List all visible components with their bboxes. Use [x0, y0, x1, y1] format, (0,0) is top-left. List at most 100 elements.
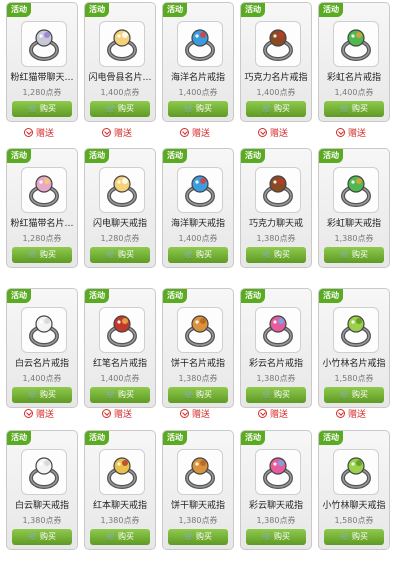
product-card[interactable]: 活动 粉红猫带聊天… 1,280点券 🛒 购买 [6, 2, 78, 122]
buy-button[interactable]: 🛒 购买 [324, 529, 384, 545]
gift-link[interactable]: 赠送 [336, 408, 366, 422]
buy-button[interactable]: 🛒 购买 [90, 101, 150, 117]
ring-icon [29, 175, 59, 207]
product-row: 活动 粉红猫带名片… 1,280点券 🛒 购买 活动 闪电聊天戒指 1,280点券… [0, 148, 400, 270]
item-image[interactable] [177, 167, 223, 213]
item-name: 彩云名片戒指 [248, 359, 303, 369]
item-image[interactable] [99, 449, 145, 495]
product-card[interactable]: 活动 小竹林名片戒指 1,580点券 🛒 购买 [318, 288, 390, 408]
buy-button[interactable]: 🛒 购买 [324, 247, 384, 263]
product-card[interactable]: 活动 巧克力聊天戒 1,380点券 🛒 购买 [240, 148, 312, 268]
buy-button[interactable]: 🛒 购买 [168, 101, 228, 117]
buy-button[interactable]: 🛒 购买 [12, 101, 72, 117]
item-image[interactable] [255, 449, 301, 495]
product-card[interactable]: 活动 海洋聊天戒指 1,400点券 🛒 购买 [162, 148, 234, 268]
ring-icon [107, 457, 137, 489]
gift-link[interactable]: 赠送 [102, 408, 132, 422]
buy-button[interactable]: 🛒 购买 [12, 529, 72, 545]
event-badge: 活动 [163, 149, 187, 163]
buy-button[interactable]: 🛒 购买 [168, 529, 228, 545]
product-card[interactable]: 活动 粉红猫带名片… 1,280点券 🛒 购买 [6, 148, 78, 268]
product-card[interactable]: 活动 彩云名片戒指 1,380点券 🛒 购买 [240, 288, 312, 408]
ring-icon [263, 457, 293, 489]
ring-icon [29, 315, 59, 347]
ring-icon [107, 315, 137, 347]
item-image[interactable] [21, 307, 67, 353]
item-image[interactable] [99, 307, 145, 353]
product-card[interactable]: 活动 小竹林聊天戒指 1,580点券 🛒 购买 [318, 430, 390, 550]
item-name: 粉红猫带名片… [10, 219, 74, 229]
buy-label: 购买 [273, 250, 290, 259]
item-price: 1,380点券 [256, 234, 296, 243]
product-card[interactable]: 活动 彩云聊天戒指 1,380点券 🛒 购买 [240, 430, 312, 550]
buy-button[interactable]: 🛒 购买 [90, 529, 150, 545]
product-card[interactable]: 活动 闪电骨县名片… 1,400点券 🛒 购买 [84, 2, 156, 122]
product-card[interactable]: 活动 彩虹名片戒指 1,400点券 🛒 购买 [318, 2, 390, 122]
item-price: 1,400点券 [178, 88, 218, 97]
item-name: 闪电骨县名片… [88, 73, 152, 83]
item-image[interactable] [177, 449, 223, 495]
product-card[interactable]: 活动 饼干聊天戒指 1,380点券 🛒 购买 [162, 430, 234, 550]
item-image[interactable] [99, 21, 145, 67]
gift-link[interactable]: 赠送 [102, 127, 132, 141]
item-image[interactable] [333, 167, 379, 213]
gift-link[interactable]: 赠送 [24, 408, 54, 422]
buy-button[interactable]: 🛒 购买 [246, 247, 306, 263]
buy-button[interactable]: 🛒 购买 [246, 529, 306, 545]
item-price: 1,280点券 [100, 234, 140, 243]
buy-label: 购买 [273, 532, 290, 541]
item-name: 白云名片戒指 [14, 359, 69, 369]
item-image[interactable] [255, 21, 301, 67]
item-price: 1,400点券 [22, 374, 62, 383]
cart-icon: 🛒 [184, 250, 194, 259]
item-name: 闪电聊天戒指 [92, 219, 147, 229]
product-card[interactable]: 活动 红本聊天戒指 1,380点券 🛒 购买 [84, 430, 156, 550]
item-image[interactable] [255, 307, 301, 353]
buy-button[interactable]: 🛒 购买 [168, 247, 228, 263]
item-image[interactable] [333, 21, 379, 67]
item-image[interactable] [21, 167, 67, 213]
product-card[interactable]: 活动 红笔名片戒指 1,400点券 🛒 购买 [84, 288, 156, 408]
product-card[interactable]: 活动 彩虹聊天戒指 1,380点券 🛒 购买 [318, 148, 390, 268]
gift-link[interactable]: 赠送 [258, 408, 288, 422]
product-card[interactable]: 活动 饼干名片戒指 1,380点券 🛒 购买 [162, 288, 234, 408]
product-card[interactable]: 活动 闪电聊天戒指 1,280点券 🛒 购买 [84, 148, 156, 268]
cart-icon: 🛒 [262, 532, 272, 541]
gift-link[interactable]: 赠送 [180, 408, 210, 422]
buy-button[interactable]: 🛒 购买 [12, 247, 72, 263]
item-image[interactable] [21, 21, 67, 67]
gift-check-icon [336, 128, 345, 137]
gift-link[interactable]: 赠送 [24, 127, 54, 141]
event-badge: 活动 [241, 289, 265, 303]
product-card[interactable]: 活动 海洋名片戒指 1,400点券 🛒 购买 [162, 2, 234, 122]
buy-button[interactable]: 🛒 购买 [324, 101, 384, 117]
product-card[interactable]: 活动 白云聊天戒指 1,380点券 🛒 购买 [6, 430, 78, 550]
item-image[interactable] [177, 21, 223, 67]
buy-button[interactable]: 🛒 购买 [246, 387, 306, 403]
item-image[interactable] [99, 167, 145, 213]
buy-button[interactable]: 🛒 购买 [90, 247, 150, 263]
buy-label: 购买 [117, 250, 134, 259]
item-image[interactable] [333, 449, 379, 495]
item-image[interactable] [21, 449, 67, 495]
product-card[interactable]: 活动 巧克力名片戒指 1,400点券 🛒 购买 [240, 2, 312, 122]
item-image[interactable] [177, 307, 223, 353]
buy-button[interactable]: 🛒 购买 [324, 387, 384, 403]
gift-label: 赠送 [114, 410, 133, 420]
gift-link[interactable]: 赠送 [258, 127, 288, 141]
gift-link[interactable]: 赠送 [336, 127, 366, 141]
buy-button[interactable]: 🛒 购买 [12, 387, 72, 403]
product-card[interactable]: 活动 白云名片戒指 1,400点券 🛒 购买 [6, 288, 78, 408]
cart-icon: 🛒 [184, 532, 194, 541]
item-image[interactable] [255, 167, 301, 213]
item-price: 1,380点券 [178, 374, 218, 383]
buy-button[interactable]: 🛒 购买 [246, 101, 306, 117]
buy-button[interactable]: 🛒 购买 [90, 387, 150, 403]
gift-link[interactable]: 赠送 [180, 127, 210, 141]
gift-label: 赠送 [348, 410, 367, 420]
buy-label: 购买 [273, 104, 290, 113]
item-name: 白云聊天戒指 [14, 501, 69, 511]
buy-button[interactable]: 🛒 购买 [168, 387, 228, 403]
item-image[interactable] [333, 307, 379, 353]
gift-check-icon [102, 409, 111, 418]
